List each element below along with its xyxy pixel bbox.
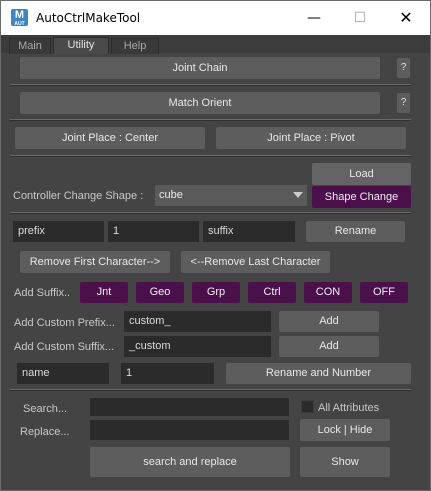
tab-bar: Main Utility Help xyxy=(1,35,430,54)
tab-main[interactable]: Main xyxy=(9,38,51,54)
separator xyxy=(10,155,411,157)
app-icon-letter: M xyxy=(14,9,25,21)
minimize-button[interactable]: — xyxy=(291,1,337,35)
tab-help[interactable]: Help xyxy=(111,38,159,54)
joint-chain-help-button[interactable]: ? xyxy=(397,58,410,78)
suffix-grp-button[interactable]: Grp xyxy=(192,282,240,303)
add-custom-suffix-button[interactable]: Add xyxy=(279,336,379,357)
search-label: Search... xyxy=(23,403,68,415)
joint-place-center-button[interactable]: Joint Place : Center xyxy=(15,127,205,149)
add-custom-prefix-button[interactable]: Add xyxy=(279,311,379,332)
separator xyxy=(10,389,411,391)
search-field[interactable] xyxy=(90,398,289,416)
separator xyxy=(10,119,411,121)
rename-button[interactable]: Rename xyxy=(306,221,405,242)
app-icon-sub: AUT xyxy=(14,21,25,27)
show-button[interactable]: Show xyxy=(300,447,390,477)
name-field[interactable]: name xyxy=(17,363,109,384)
window-title: AutoCtrlMakeTool xyxy=(36,11,141,25)
suffix-ctrl-button[interactable]: Ctrl xyxy=(248,282,296,303)
joint-place-pivot-button[interactable]: Joint Place : Pivot xyxy=(216,127,406,149)
tab-utility[interactable]: Utility xyxy=(53,37,109,54)
shape-dropdown[interactable]: cube xyxy=(155,185,307,206)
start-number-field[interactable]: 1 xyxy=(121,363,214,384)
rename-and-number-button[interactable]: Rename and Number xyxy=(226,363,411,384)
lock-hide-button[interactable]: Lock | Hide xyxy=(300,419,390,441)
load-button[interactable]: Load xyxy=(312,163,411,185)
custom-suffix-field[interactable]: _custom xyxy=(124,336,271,357)
number-field[interactable]: 1 xyxy=(108,221,199,242)
close-button[interactable]: ✕ xyxy=(383,1,429,35)
tool-window: M AUT AutoCtrlMakeTool — ☐ ✕ Main Utilit… xyxy=(0,0,431,491)
add-suffix-label: Add Suffix.. xyxy=(14,287,71,299)
suffix-off-button[interactable]: OFF xyxy=(360,282,408,303)
match-orient-help-button[interactable]: ? xyxy=(397,93,410,113)
separator xyxy=(10,84,411,86)
joint-chain-button[interactable]: Joint Chain xyxy=(20,57,380,79)
separator xyxy=(10,212,411,214)
match-orient-button[interactable]: Match Orient xyxy=(20,92,380,114)
suffix-jnt-button[interactable]: Jnt xyxy=(80,282,128,303)
remove-first-character-button[interactable]: Remove First Character--> xyxy=(20,251,170,273)
controller-change-shape-label: Controller Change Shape : xyxy=(13,190,144,202)
search-and-replace-button[interactable]: search and replace xyxy=(90,447,290,477)
maximize-button[interactable]: ☐ xyxy=(337,1,383,35)
replace-field[interactable] xyxy=(90,420,289,440)
shape-change-button[interactable]: Shape Change xyxy=(312,186,411,208)
replace-label: Replace... xyxy=(20,426,70,438)
suffix-field[interactable]: suffix xyxy=(203,221,295,242)
add-custom-suffix-label: Add Custom Suffix... xyxy=(14,341,115,353)
suffix-con-button[interactable]: CON xyxy=(304,282,352,303)
shape-dropdown-value: cube xyxy=(159,189,183,201)
all-attributes-checkbox[interactable] xyxy=(301,400,314,413)
title-bar[interactable]: M AUT AutoCtrlMakeTool — ☐ ✕ xyxy=(1,1,430,35)
remove-last-character-button[interactable]: <--Remove Last Character xyxy=(181,251,330,273)
custom-prefix-field[interactable]: custom_ xyxy=(124,311,271,332)
suffix-geo-button[interactable]: Geo xyxy=(136,282,184,303)
all-attributes-label: All Attributes xyxy=(318,402,380,414)
chevron-down-icon xyxy=(293,192,303,198)
add-custom-prefix-label: Add Custom Prefix... xyxy=(14,317,115,329)
app-icon: M AUT xyxy=(11,9,28,27)
prefix-field[interactable]: prefix xyxy=(13,221,104,242)
